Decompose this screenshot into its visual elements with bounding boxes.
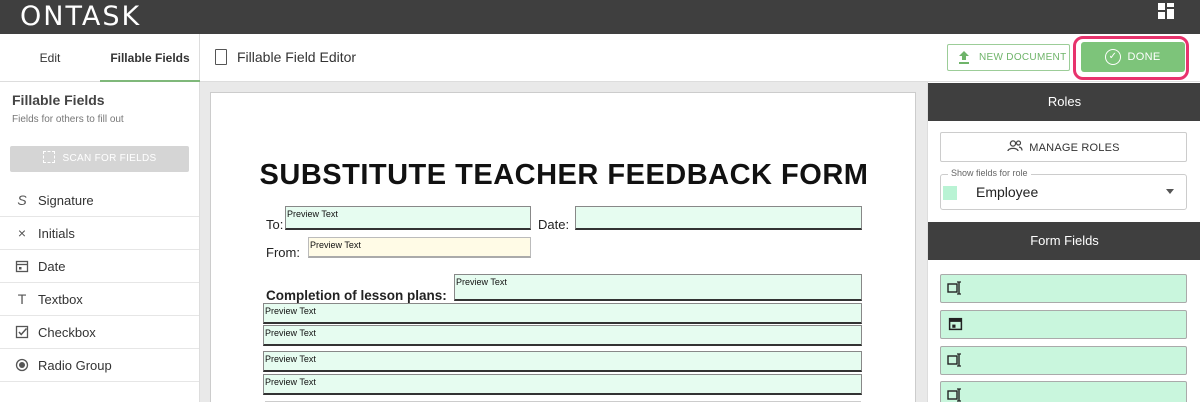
fillable-field-to[interactable]: Preview Text: [285, 206, 531, 230]
done-button[interactable]: ✓ DONE: [1081, 42, 1185, 72]
field-type-signature[interactable]: S Signature: [0, 184, 199, 217]
editor-header: Fillable Field Editor NEW DOCUMENT ✓ DON…: [200, 34, 1200, 82]
manage-roles-label: MANAGE ROLES: [1029, 142, 1120, 154]
form-fields-header: Form Fields: [928, 222, 1200, 260]
editor-title: Fillable Field Editor: [237, 49, 357, 65]
radio-icon: [12, 349, 32, 382]
fillable-field-completion[interactable]: Preview Text: [454, 274, 862, 301]
left-sidebar: Edit Fillable Fields Fillable Fields Fie…: [0, 34, 200, 402]
to-label: To:: [266, 217, 284, 232]
done-label: DONE: [1127, 51, 1161, 63]
initials-icon: ×: [17, 225, 27, 241]
fillable-field-line-2[interactable]: Preview Text: [263, 325, 862, 346]
field-type-label: Signature: [38, 193, 94, 208]
field-type-checkbox[interactable]: Checkbox: [0, 316, 199, 349]
document-canvas[interactable]: SUBSTITUTE TEACHER FEEDBACK FORM To: Pre…: [200, 82, 927, 402]
textbox-icon: [946, 280, 964, 298]
text-icon: T: [17, 291, 27, 307]
field-type-label: Initials: [38, 226, 75, 241]
role-color-swatch: [943, 186, 957, 200]
calendar-icon: [946, 316, 964, 334]
fillable-field-line-1[interactable]: Preview Text: [263, 303, 862, 324]
textbox-icon: [946, 387, 964, 402]
signature-icon: S: [17, 192, 27, 208]
checkbox-icon: [12, 316, 32, 349]
fillable-fields-subtitle: Fields for others to fill out: [12, 114, 124, 125]
field-type-initials[interactable]: × Initials: [0, 217, 199, 250]
field-type-radio-group[interactable]: Radio Group: [0, 349, 199, 382]
chevron-down-icon[interactable]: [1166, 189, 1174, 194]
form-field-row[interactable]: [940, 310, 1187, 339]
app-logo[interactable]: ONTASK: [20, 2, 141, 32]
right-panel: Roles MANAGE ROLES Show fields for role …: [927, 82, 1200, 402]
fillable-fields-heading: Fillable Fields: [12, 92, 105, 108]
manage-roles-button[interactable]: MANAGE ROLES: [940, 132, 1187, 162]
document-add-icon: [215, 49, 227, 65]
textbox-icon: [946, 352, 964, 370]
new-document-label: NEW DOCUMENT: [979, 52, 1067, 63]
document-page[interactable]: SUBSTITUTE TEACHER FEEDBACK FORM To: Pre…: [210, 92, 916, 402]
selected-role[interactable]: Employee: [976, 184, 1038, 200]
field-type-textbox[interactable]: T Textbox: [0, 283, 199, 316]
field-type-label: Textbox: [38, 292, 83, 307]
date-label: Date:: [538, 217, 570, 232]
tab-fillable-fields[interactable]: Fillable Fields: [100, 34, 200, 82]
upload-icon: [959, 51, 969, 64]
completion-label: Completion of lesson plans:: [266, 288, 447, 303]
scan-icon: [42, 151, 55, 163]
field-type-label: Radio Group: [38, 358, 112, 373]
form-field-row[interactable]: [940, 381, 1187, 402]
field-type-list: S Signature × Initials Date T Textbox Ch…: [0, 184, 199, 382]
check-circle-icon: ✓: [1105, 49, 1121, 65]
new-document-button[interactable]: NEW DOCUMENT: [947, 44, 1070, 71]
roles-header: Roles: [928, 83, 1200, 121]
fillable-field-line-3[interactable]: Preview Text: [263, 351, 862, 372]
calendar-icon: [12, 250, 32, 283]
top-bar: ONTASK: [0, 0, 1200, 34]
app-grid-icon[interactable]: [1158, 3, 1174, 19]
scan-for-fields-button[interactable]: SCAN FOR FIELDS: [10, 146, 189, 172]
fillable-field-line-4[interactable]: Preview Text: [263, 374, 862, 395]
scan-for-fields-label: SCAN FOR FIELDS: [62, 153, 157, 164]
fillable-field-date[interactable]: [575, 206, 862, 230]
form-title: SUBSTITUTE TEACHER FEEDBACK FORM: [259, 159, 869, 191]
role-select-label: Show fields for role: [948, 168, 1031, 178]
people-icon: [1007, 133, 1023, 161]
field-type-label: Checkbox: [38, 325, 96, 340]
field-type-date[interactable]: Date: [0, 250, 199, 283]
fillable-field-from[interactable]: Preview Text: [308, 237, 531, 258]
form-field-row[interactable]: [940, 346, 1187, 375]
sidebar-tabs: Edit Fillable Fields: [0, 34, 200, 82]
field-type-label: Date: [38, 259, 66, 274]
from-label: From:: [266, 245, 300, 260]
form-field-row[interactable]: [940, 274, 1187, 303]
tab-edit[interactable]: Edit: [0, 34, 100, 82]
